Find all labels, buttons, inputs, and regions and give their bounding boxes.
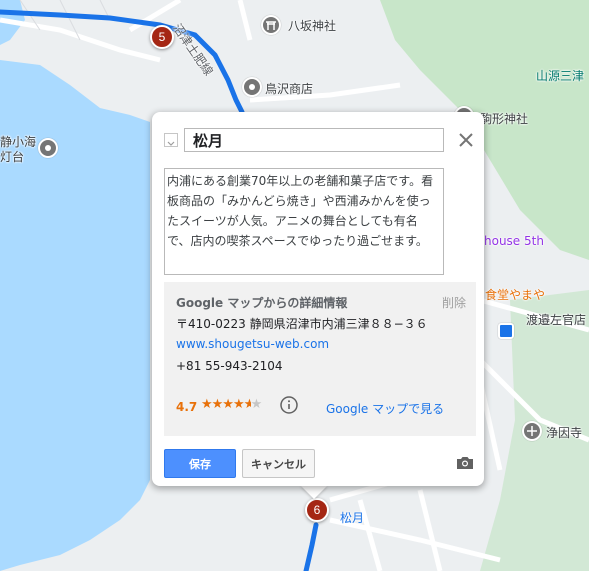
rating-stars-icon: ★★★★★★ [201,397,262,412]
title-row [164,128,473,152]
cancel-button[interactable]: キャンセル [242,449,315,478]
place-rating: 4.7 [176,400,198,414]
close-button[interactable] [454,128,478,152]
delete-details-link[interactable]: 削除 [442,294,466,311]
map-label-house5th[interactable]: house 5th [484,234,544,248]
popup-tail [300,485,328,499]
save-button[interactable]: 保存 [164,449,236,478]
bus-stop-icon[interactable] [498,323,514,339]
map-label-join[interactable]: 浄因寺 [546,424,582,441]
shop-poi-icon[interactable] [242,77,262,97]
view-on-google-maps-link[interactable]: Google マップで見る [326,400,444,417]
map-label-watari[interactable]: 渡邉左官店 [526,311,586,328]
shrine-poi-icon[interactable] [261,15,281,35]
lighthouse-poi-icon[interactable] [38,138,58,158]
map-label-shogetsu[interactable]: 松月 [340,509,364,526]
map-label-lighthouse-2[interactable]: 灯台 [0,148,24,165]
place-address: 〒410-0223 静岡県沼津市内浦三津８８−３６ [176,317,428,331]
map-marker-6[interactable]: 6 [305,498,329,522]
google-details-heading: Google マップからの詳細情報 [176,296,348,310]
close-icon [459,133,473,147]
chevron-down-icon [167,141,175,146]
camera-icon [457,457,473,469]
edit-place-popup: 内浦にある創業70年以上の老舗和菓子店です。看板商品の「みかんどら焼き」や西浦み… [152,112,484,486]
add-photo-button[interactable] [454,452,476,474]
map-label-sangen[interactable]: 山源三津 [536,67,584,84]
description-textarea[interactable]: 内浦にある創業70年以上の老舗和菓子店です。看板商品の「みかんどら焼き」や西浦み… [164,168,444,275]
map-label-karasuzawa[interactable]: 鳥沢商店 [265,80,313,97]
map-label-hassaka[interactable]: 八坂神社 [288,17,336,34]
place-website-link[interactable]: www.shougetsu-web.com [176,337,329,351]
map-label-shokudo[interactable]: 食堂やまや [485,286,545,303]
google-maps-details-panel: Google マップからの詳細情報 削除 〒410-0223 静岡県沼津市内浦三… [164,282,476,436]
temple-poi-icon[interactable] [522,421,542,441]
map-label-komagata[interactable]: 駒形神社 [480,110,528,127]
info-button[interactable] [279,395,299,415]
style-dropdown[interactable] [164,133,178,147]
place-title-input[interactable] [184,128,444,152]
place-phone: +81 55-943-2104 [176,359,283,373]
info-icon [280,396,298,414]
